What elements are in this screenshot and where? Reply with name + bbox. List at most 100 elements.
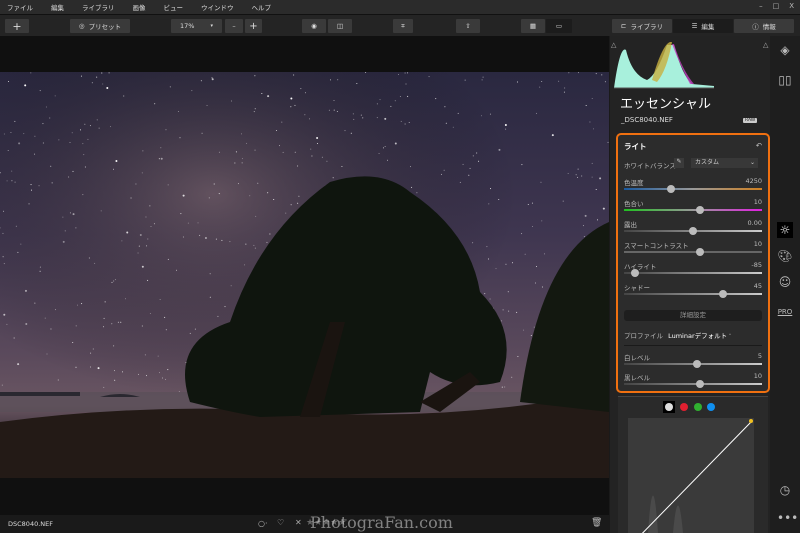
library-tab[interactable]: ⊏ ライブラリ: [612, 19, 672, 33]
reset-icon[interactable]: ↶: [756, 141, 762, 150]
single-view-icon[interactable]: ▭: [546, 19, 572, 33]
maximize-button[interactable]: □: [773, 2, 780, 10]
white-balance-select[interactable]: カスタム ⌄: [691, 158, 758, 168]
slider-label: ハイライト -85: [624, 261, 762, 271]
slider-track[interactable]: [624, 206, 762, 214]
presets-icon: ◎: [78, 22, 85, 30]
profile-select[interactable]: Luminarデフォルト: [668, 332, 727, 340]
more-icon[interactable]: •••: [777, 510, 798, 526]
pro-icon[interactable]: PRO: [777, 304, 793, 320]
reject-icon[interactable]: ✕: [295, 518, 302, 527]
zoom-select[interactable]: 17% ▾: [171, 19, 222, 33]
shadow-clipping-icon[interactable]: △: [611, 41, 616, 49]
eye-icon[interactable]: ◉: [302, 19, 326, 33]
zoom-out-button[interactable]: –: [225, 19, 243, 33]
crop-icon[interactable]: ⌗: [393, 19, 413, 33]
eyedropper-icon[interactable]: ✎: [674, 158, 684, 168]
star: [68, 176, 70, 178]
slider-track[interactable]: [624, 185, 762, 193]
light-sun-icon[interactable]: ☼: [777, 222, 793, 238]
star: [39, 90, 41, 92]
presets-button[interactable]: ◎ プリセット: [70, 19, 130, 33]
star: [326, 160, 328, 162]
star: [534, 282, 536, 284]
heart-icon[interactable]: ♡: [277, 518, 284, 527]
star: [405, 83, 407, 85]
star: [285, 212, 287, 214]
tone-curve[interactable]: [628, 418, 754, 533]
star: [241, 158, 243, 160]
info-tab[interactable]: ⓘ 情報: [734, 19, 794, 33]
slider-knob[interactable]: [695, 206, 704, 214]
advanced-settings-button[interactable]: 詳細設定: [624, 310, 762, 321]
slider-knob[interactable]: [695, 248, 704, 256]
star: [81, 303, 83, 305]
slider-knob[interactable]: [631, 269, 640, 277]
star: [13, 337, 15, 339]
canvas-tools-icon[interactable]: ▯▯: [777, 72, 793, 88]
edit-tab[interactable]: ☰ 編集: [673, 19, 733, 33]
curve-channel-red[interactable]: [680, 403, 688, 411]
compare-icon[interactable]: ◫: [328, 19, 352, 33]
menu-edit[interactable]: 編集: [51, 2, 64, 12]
star: [595, 189, 597, 191]
star: [145, 375, 147, 377]
star: [578, 72, 580, 74]
add-button[interactable]: +: [5, 19, 29, 33]
menu-image[interactable]: 画像: [133, 2, 146, 12]
level-track[interactable]: [624, 360, 762, 368]
curve-channel-blue[interactable]: [707, 403, 715, 411]
star: [189, 332, 191, 334]
slider-knob[interactable]: [666, 185, 675, 193]
panel-filename: _DSC8040.NEF: [621, 116, 673, 124]
trash-icon[interactable]: 🗑: [591, 518, 602, 528]
star: [445, 122, 447, 124]
slider-knob[interactable]: [719, 290, 728, 298]
share-icon[interactable]: ⇧: [456, 19, 480, 33]
star: [141, 265, 144, 268]
curve-channel-luminance[interactable]: [663, 401, 675, 413]
level-track[interactable]: [624, 380, 762, 388]
photo-preview[interactable]: [0, 72, 609, 478]
star: [64, 230, 66, 232]
library-icon: ⊏: [621, 22, 627, 30]
slider-track[interactable]: [624, 269, 762, 277]
star: [293, 74, 295, 76]
curve-channel-green[interactable]: [694, 403, 702, 411]
slider-track[interactable]: [624, 227, 762, 235]
star: [114, 370, 116, 372]
highlight-clipping-icon[interactable]: △: [763, 41, 768, 49]
history-clock-icon[interactable]: ◷: [777, 482, 793, 498]
close-button[interactable]: X: [789, 2, 794, 10]
menu-window[interactable]: ウインドウ: [201, 2, 234, 12]
star: [599, 177, 602, 180]
tool-strip: ◈ ▯▯ ☼ 🎨︎ ☺ PRO ◷ •••: [770, 36, 800, 533]
star: [379, 99, 381, 101]
star: [113, 345, 115, 347]
palette-icon[interactable]: 🎨︎: [777, 248, 793, 264]
slider-track[interactable]: [624, 248, 762, 256]
slider-label: 色合い 10: [624, 198, 762, 208]
star: [100, 210, 102, 212]
star: [179, 137, 181, 139]
star: [30, 184, 32, 186]
minimize-button[interactable]: –: [759, 2, 763, 10]
slider-track[interactable]: [624, 290, 762, 298]
level-knob[interactable]: [695, 380, 704, 388]
star: [69, 141, 71, 143]
histogram: [614, 42, 714, 89]
color-label-icon[interactable]: ○·: [258, 519, 268, 528]
zoom-in-button[interactable]: +: [245, 19, 262, 33]
menu-help[interactable]: ヘルプ: [252, 2, 272, 12]
smile-icon[interactable]: ☺: [777, 274, 793, 290]
menu-file[interactable]: ファイル: [7, 2, 33, 12]
menu-view[interactable]: ビュー: [164, 2, 184, 12]
toolbar: + ◎ プリセット 17% ▾ – + ◉ ◫ ⌗ ⇧ ▦ ▭ ⊏ ライブラリ ☰ 編集…: [0, 14, 800, 36]
level-knob[interactable]: [693, 360, 702, 368]
star: [593, 128, 595, 130]
star: [169, 86, 171, 88]
menu-library[interactable]: ライブラリ: [82, 2, 115, 12]
slider-knob[interactable]: [689, 227, 697, 235]
layers-icon[interactable]: ◈: [777, 42, 793, 58]
grid-view-icon[interactable]: ▦: [521, 19, 545, 33]
